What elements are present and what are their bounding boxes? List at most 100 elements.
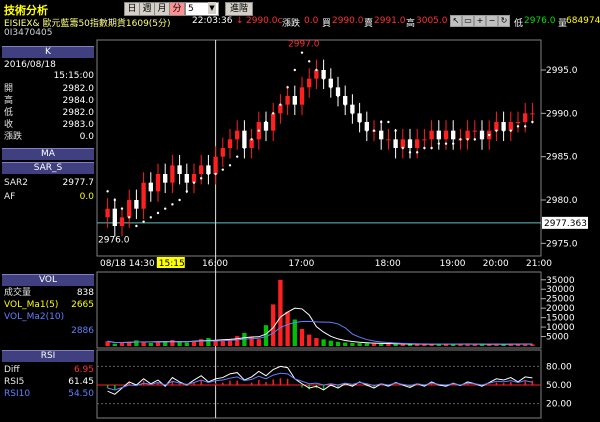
sar-dot: [200, 177, 203, 180]
sar-dot: [344, 103, 347, 106]
high-value: 3005.0: [416, 16, 448, 26]
volume-bar: [285, 311, 290, 346]
af-label: AF: [4, 192, 16, 202]
advanced-button[interactable]: 進階: [225, 2, 253, 16]
price-tick-label: 2980.0: [546, 196, 578, 206]
volume-bar: [292, 319, 297, 346]
price-tick-label: 2990.0: [546, 109, 578, 119]
volume-value: 684974: [566, 16, 600, 26]
vol-ma2-label: VOL_Ma2(10): [4, 312, 65, 322]
candle-body: [443, 130, 449, 140]
sar-dot: [329, 86, 332, 89]
volume-bar: [321, 339, 326, 346]
sar-dot: [495, 129, 498, 132]
symbol-code: 0I3470405: [4, 28, 53, 38]
fit-icon[interactable]: ▭: [462, 15, 474, 27]
vol-label: 成交量: [4, 288, 32, 298]
sar-dot: [416, 151, 419, 154]
rsi-tick-label: 20.00: [546, 400, 572, 410]
change-label: 漲跌: [282, 19, 301, 29]
sar-dot: [480, 133, 484, 137]
volume-bar: [134, 340, 139, 346]
sar-dot: [207, 172, 210, 176]
af-value: 0.0: [79, 192, 94, 202]
candle-body: [206, 165, 211, 174]
sar-dot: [185, 190, 188, 193]
sar-dot: [372, 129, 376, 132]
candle-body: [472, 130, 477, 132]
sar-dot: [358, 120, 361, 124]
candle-body: [393, 139, 398, 148]
candle-body: [400, 139, 405, 148]
volume-bar: [184, 342, 189, 346]
zoom-out-icon[interactable]: −: [486, 15, 498, 27]
toolbar: 技術分析 日 週 月 分 5 ▼ 進階 EISIEX& 歐元藍籌50指數期貨16…: [0, 0, 600, 29]
change-value: 0.0: [79, 132, 94, 142]
section-ma-header[interactable]: MA: [2, 148, 94, 160]
sar-dot: [286, 86, 289, 89]
tab-day[interactable]: 日: [124, 2, 140, 16]
sar-dot: [488, 133, 491, 137]
current-price-label: 2977.363: [544, 219, 587, 229]
candle-body: [314, 70, 319, 79]
candle-body: [350, 104, 355, 114]
sar-dot: [257, 129, 260, 132]
time-label: 15:15: [159, 259, 185, 269]
sar-dot: [387, 120, 390, 124]
section-k-header[interactable]: K: [2, 46, 94, 58]
candle-body: [328, 78, 333, 88]
sar-dot: [221, 168, 224, 171]
refresh-icon[interactable]: ↻: [498, 15, 510, 27]
candle-body: [292, 96, 297, 105]
volume-bar: [379, 343, 384, 346]
sar-dot: [524, 125, 527, 128]
sar-dot: [264, 120, 268, 124]
rsi5-label: RSI5: [4, 377, 25, 387]
candle-body: [407, 139, 413, 148]
chart-area[interactable]: 2995.0 2990.0 2985.0 2980.0 2975.0 2977.363 08…: [96, 38, 600, 422]
vol-ma2-value: 2886: [71, 326, 94, 336]
sar-dot: [156, 211, 160, 215]
candle-body: [501, 122, 506, 131]
section-sar-header[interactable]: SAR_S: [2, 162, 94, 174]
low-value: 2976.0: [524, 16, 556, 26]
volume-bar: [400, 344, 405, 346]
tab-minute[interactable]: 分: [169, 2, 185, 16]
volume-bar: [335, 341, 341, 346]
volume-bar: [278, 279, 283, 346]
sar-dot: [437, 142, 440, 145]
time-label: 16:00: [202, 259, 228, 269]
volume-bar: [155, 342, 161, 346]
price-tick-label: 2995.0: [546, 66, 578, 76]
rsi-diff-label: Diff: [4, 365, 20, 375]
sar-label: SAR2: [4, 178, 29, 188]
sar-dot: [135, 224, 138, 228]
sar-dot: [516, 125, 520, 128]
chevron-down-icon[interactable]: ▼: [208, 2, 216, 14]
section-vol-header[interactable]: VOL: [2, 274, 94, 286]
candle-body: [112, 208, 117, 226]
sar-dot: [509, 129, 512, 132]
cursor-icon[interactable]: ↖: [450, 15, 462, 27]
last-price: 2990.0c: [246, 16, 283, 26]
sar-dot: [452, 142, 455, 145]
candle-body: [465, 130, 470, 140]
candle-body: [220, 148, 225, 157]
zoom-in-icon[interactable]: +: [474, 15, 486, 27]
section-rsi-header[interactable]: RSI: [2, 350, 94, 362]
candle-body: [379, 130, 384, 140]
tab-month[interactable]: 月: [154, 2, 170, 16]
candle-body: [278, 104, 283, 114]
candle-body: [242, 130, 247, 148]
candle-body: [235, 130, 240, 140]
candle-body: [436, 130, 441, 140]
rsi5-value: 61.45: [68, 377, 94, 387]
volume-bar: [177, 342, 182, 346]
price-tick-label: 2985.0: [546, 153, 578, 163]
tab-week[interactable]: 週: [139, 2, 155, 16]
low-label: 低: [4, 108, 14, 118]
sar-dot: [164, 207, 167, 210]
sar-dot: [444, 142, 448, 145]
volume-bar: [256, 339, 261, 346]
candle-body: [357, 113, 362, 122]
